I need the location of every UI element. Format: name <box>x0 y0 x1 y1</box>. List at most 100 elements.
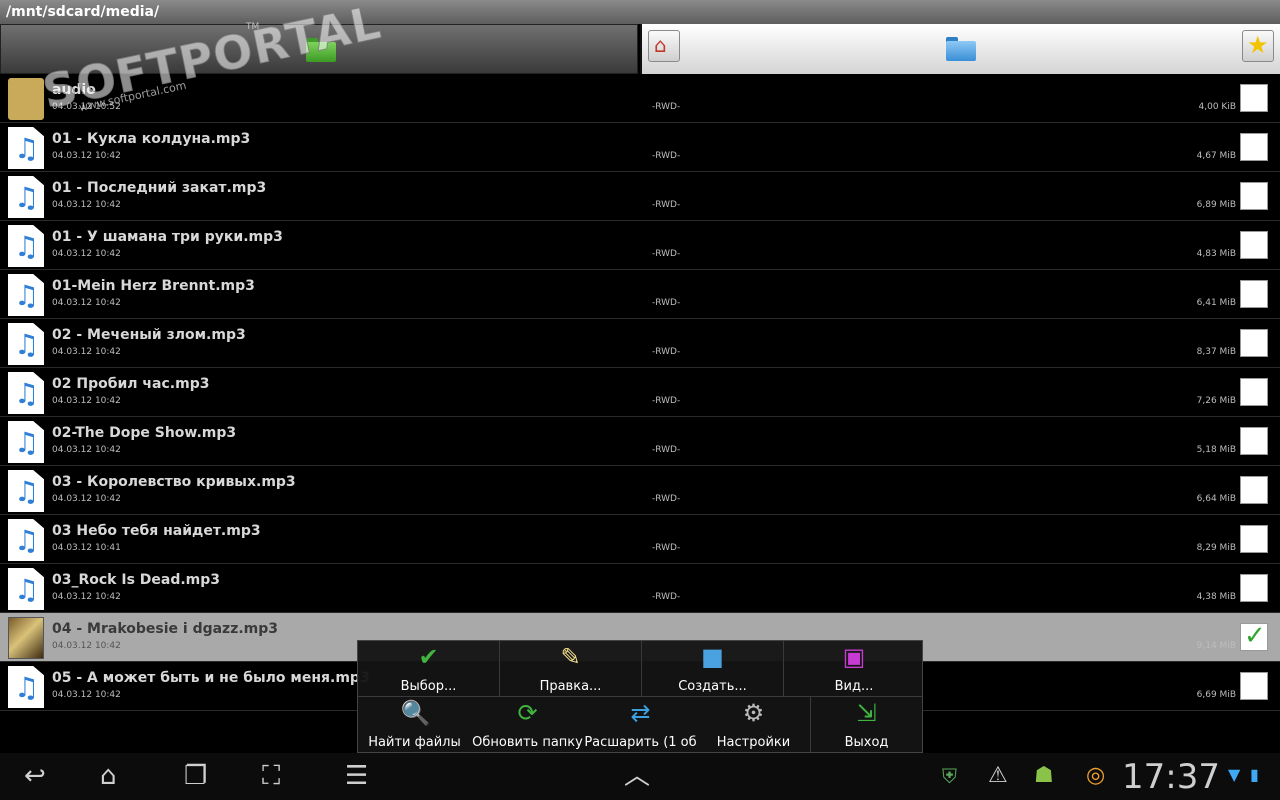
file-row[interactable]: ♫ 01-Mein Herz Brennt.mp3 04.03.12 10:42 -R… <box>0 270 1280 319</box>
left-pane-tab[interactable] <box>0 24 638 74</box>
file-permissions: -RWD- <box>652 102 681 112</box>
file-permissions: -RWD- <box>652 298 681 308</box>
file-size: 5,18 MiB <box>1196 445 1236 455</box>
file-row[interactable]: ♫ 03_Rock Is Dead.mp3 04.03.12 10:42 -RWD- 4… <box>0 564 1280 613</box>
file-date: 04.03.12 10:42 <box>52 494 121 504</box>
file-size: 9,14 MiB <box>1196 641 1236 651</box>
home-button[interactable]: ⌂ <box>648 30 680 62</box>
right-pane-tab[interactable]: ⌂ ★ <box>640 24 1280 74</box>
select-checkbox[interactable] <box>1240 427 1268 455</box>
file-permissions: -RWD- <box>652 249 681 259</box>
music-file-icon: ♫ <box>8 519 44 561</box>
menu-edit[interactable]: ✎ Правка... <box>500 641 641 696</box>
file-date: 04.03.12 10:42 <box>52 445 121 455</box>
select-checkbox[interactable] <box>1240 672 1268 700</box>
select-checkbox[interactable] <box>1240 378 1268 406</box>
monitor-icon: ▣ <box>842 643 866 671</box>
select-checkbox[interactable] <box>1240 231 1268 259</box>
file-name: 01-Mein Herz Brennt.mp3 <box>52 278 255 294</box>
refresh-icon: ⟳ <box>517 699 538 727</box>
shield-icon: ⛨ <box>942 764 957 788</box>
select-checkbox[interactable] <box>1240 280 1268 308</box>
music-file-icon: ♫ <box>8 176 44 218</box>
system-navigation-bar: ↩ ⌂ ❐ ⛶ ☰ ︿ ⛨ ⚠ ☗ ◎ 17:37 ▼ ▮ <box>0 753 1280 800</box>
file-permissions: -RWD- <box>652 592 681 602</box>
warning-icon: ⚠ <box>988 763 1008 788</box>
file-name: 02-The Dope Show.mp3 <box>52 425 237 441</box>
wifi-icon: ▼ <box>1228 765 1241 784</box>
select-checkbox[interactable] <box>1240 133 1268 161</box>
menu-icon[interactable]: ☰ <box>345 761 368 791</box>
file-date: 04.03.12 10:42 <box>52 592 121 602</box>
menu-find-files[interactable]: 🔍 Найти файлы <box>358 697 471 752</box>
file-date: 04.03.12 10:52 <box>52 102 121 112</box>
file-name: 02 Пробил час.mp3 <box>52 376 210 392</box>
menu-exit[interactable]: ⇲ Выход <box>811 697 922 752</box>
notepad-icon: ✎ <box>560 643 581 671</box>
back-icon[interactable]: ↩ <box>24 761 46 791</box>
file-list: audio 04.03.12 10:52 -RWD- 4,00 KiB ♫ 01 - Ку… <box>0 74 1280 711</box>
select-checkbox[interactable] <box>1240 574 1268 602</box>
music-note-icon: ♫ <box>14 475 40 508</box>
select-checkbox[interactable] <box>1240 182 1268 210</box>
file-date: 04.03.12 10:42 <box>52 347 121 357</box>
folder-icon <box>8 78 44 120</box>
file-permissions: -RWD- <box>652 543 681 553</box>
folder-row[interactable]: audio 04.03.12 10:52 -RWD- 4,00 KiB <box>0 74 1280 123</box>
music-note-icon: ♫ <box>14 181 40 214</box>
music-file-icon: ♫ <box>8 568 44 610</box>
file-size: 8,29 MiB <box>1196 543 1236 553</box>
options-menu: ✔ Выбор... ✎ Правка... ■ Создать... ▣ Ви… <box>357 640 923 753</box>
screenshot-icon[interactable]: ⛶ <box>262 761 280 791</box>
menu-refresh-folder[interactable]: ⟳ Обновить папку <box>471 697 584 752</box>
file-name: audio <box>52 82 96 98</box>
recent-apps-icon[interactable]: ❐ <box>184 761 207 791</box>
box-icon: ■ <box>701 643 724 671</box>
music-note-icon: ♫ <box>14 279 40 312</box>
file-name: 01 - Последний закат.mp3 <box>52 180 267 196</box>
file-permissions: -RWD- <box>652 151 681 161</box>
select-checkbox[interactable] <box>1240 476 1268 504</box>
chevron-up-icon[interactable]: ︿ <box>624 761 650 791</box>
menu-view[interactable]: ▣ Вид... <box>784 641 924 696</box>
file-row[interactable]: ♫ 03 Небо тебя найдет.mp3 04.03.12 10:41 -R… <box>0 515 1280 564</box>
file-size: 6,64 MiB <box>1196 494 1236 504</box>
file-permissions: -RWD- <box>652 445 681 455</box>
file-row[interactable]: ♫ 01 - Кукла колдуна.mp3 04.03.12 10:42 -RW… <box>0 123 1280 172</box>
file-name: 03 Небо тебя найдет.mp3 <box>52 523 261 539</box>
folder-search-icon: 🔍 <box>400 699 431 727</box>
menu-settings[interactable]: ⚙ Настройки <box>697 697 810 752</box>
menu-share[interactable]: ⇄ Расшарить (1 об <box>584 697 697 752</box>
select-checkbox[interactable] <box>1240 329 1268 357</box>
file-row[interactable]: ♫ 02 - Меченый злом.mp3 04.03.12 10:42 -RWD… <box>0 319 1280 368</box>
exit-door-icon: ⇲ <box>856 699 877 727</box>
file-row[interactable]: ♫ 02-The Dope Show.mp3 04.03.12 10:42 -RWD-… <box>0 417 1280 466</box>
file-name: 03 - Королевство кривых.mp3 <box>52 474 296 490</box>
file-row[interactable]: ♫ 01 - Последний закат.mp3 04.03.12 10:42 -… <box>0 172 1280 221</box>
file-date: 04.03.12 10:42 <box>52 298 121 308</box>
music-note-icon: ♫ <box>14 132 40 165</box>
file-name: 03_Rock Is Dead.mp3 <box>52 572 221 588</box>
music-note-icon: ♫ <box>14 573 40 606</box>
file-row[interactable]: ♫ 03 - Королевство кривых.mp3 04.03.12 10:… <box>0 466 1280 515</box>
select-checkbox[interactable] <box>1240 621 1268 651</box>
file-row[interactable]: ♫ 01 - У шамана три руки.mp3 04.03.12 10:4… <box>0 221 1280 270</box>
star-icon: ★ <box>1247 31 1269 59</box>
sync-icon: ◎ <box>1086 763 1106 788</box>
current-path: /mnt/sdcard/media/ <box>0 0 1280 24</box>
music-file-icon: ♫ <box>8 323 44 365</box>
select-checkbox[interactable] <box>1240 84 1268 112</box>
music-file-icon: ♫ <box>8 470 44 512</box>
menu-select[interactable]: ✔ Выбор... <box>358 641 499 696</box>
file-size: 4,83 MiB <box>1196 249 1236 259</box>
bookmark-button[interactable]: ★ <box>1242 30 1274 62</box>
select-checkbox[interactable] <box>1240 525 1268 553</box>
music-note-icon: ♫ <box>14 671 40 704</box>
file-row[interactable]: ♫ 02 Пробил час.mp3 04.03.12 10:42 -RWD- 7,2… <box>0 368 1280 417</box>
file-size: 4,00 KiB <box>1198 102 1236 112</box>
file-name: 01 - У шамана три руки.mp3 <box>52 229 283 245</box>
menu-create[interactable]: ■ Создать... <box>642 641 783 696</box>
file-date: 04.03.12 10:42 <box>52 641 121 651</box>
home-nav-icon[interactable]: ⌂ <box>100 761 117 791</box>
file-size: 4,38 MiB <box>1196 592 1236 602</box>
